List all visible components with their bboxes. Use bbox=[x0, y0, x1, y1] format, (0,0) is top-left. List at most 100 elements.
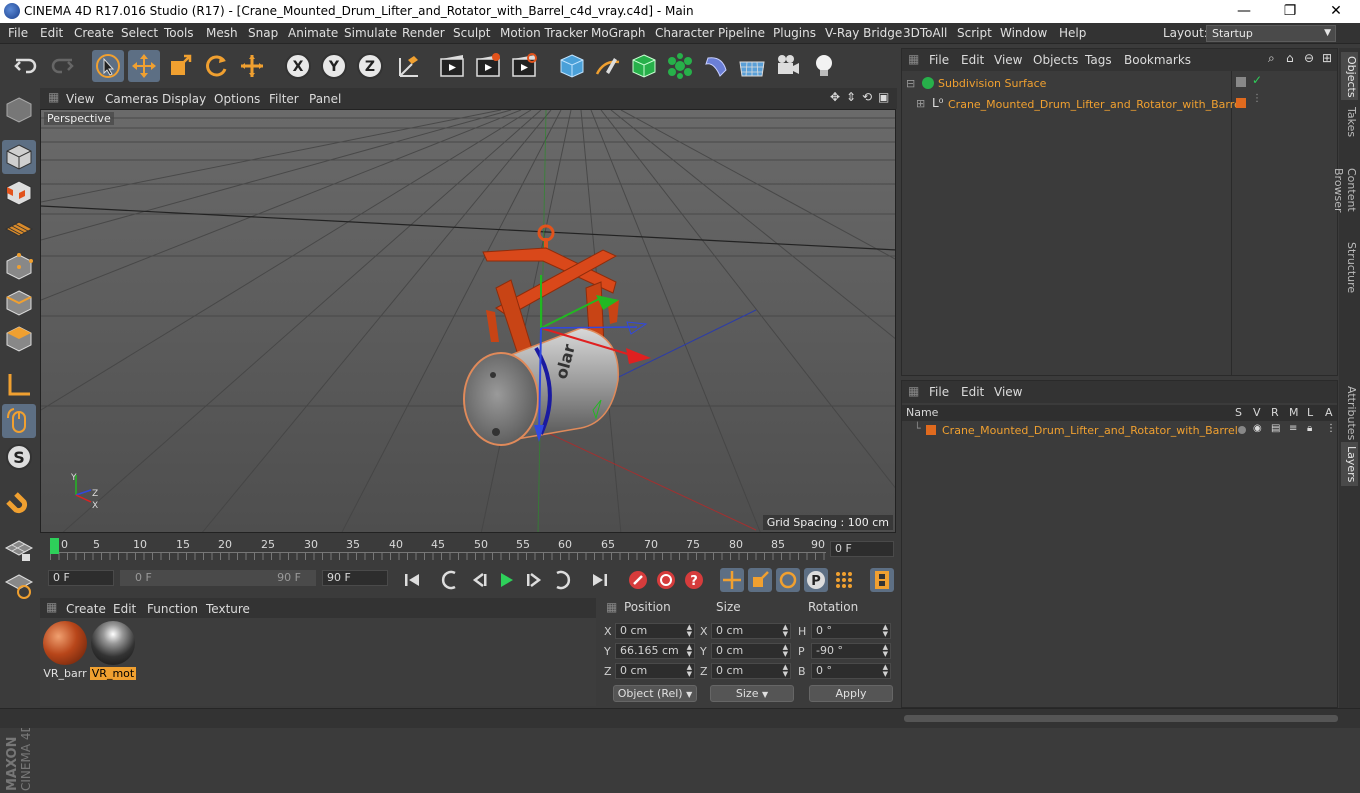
subdivision-surface-button[interactable] bbox=[628, 50, 660, 82]
key-parameter-button[interactable]: P bbox=[804, 568, 828, 592]
add-cube-button[interactable] bbox=[556, 50, 588, 82]
layer-row[interactable]: └ Crane_Mounted_Drum_Lifter_and_Rotator_… bbox=[902, 422, 1336, 442]
objects-menu-edit[interactable]: Edit bbox=[961, 53, 984, 67]
position-z-field[interactable]: 0 cm ▲ ▼ bbox=[615, 663, 695, 679]
record-keys-button[interactable] bbox=[626, 568, 650, 592]
frame-range-slider[interactable]: 0 F 90 F bbox=[120, 570, 316, 586]
tab-layers[interactable]: Layers bbox=[1341, 442, 1358, 486]
workplane-mode-button[interactable] bbox=[2, 212, 36, 246]
maximize-button[interactable]: ❐ bbox=[1267, 0, 1313, 23]
menu-pipeline[interactable]: Pipeline bbox=[718, 26, 765, 40]
tweak-mode-button[interactable] bbox=[2, 404, 36, 438]
key-pla-button[interactable] bbox=[832, 568, 856, 592]
z-axis-lock-button[interactable]: Z bbox=[354, 50, 386, 82]
tab-takes[interactable]: Takes bbox=[1341, 102, 1358, 142]
position-y-field[interactable]: 66.165 cm ▲ ▼ bbox=[615, 643, 695, 659]
start-frame-field[interactable]: 0 F bbox=[48, 570, 114, 586]
material-vr-mot[interactable]: VR_mot bbox=[90, 621, 136, 680]
previous-frame-button[interactable] bbox=[468, 568, 492, 592]
collapse-icon[interactable]: ⊟ bbox=[906, 77, 915, 90]
viewport-move-icon[interactable]: ✥ bbox=[830, 90, 840, 104]
minimize-button[interactable]: — bbox=[1221, 0, 1267, 23]
perspective-viewport[interactable]: olar Y Z X Perspective Grid Spacing : 10… bbox=[40, 109, 896, 533]
key-scale-button[interactable] bbox=[748, 568, 772, 592]
floor-button[interactable] bbox=[736, 50, 768, 82]
current-frame-field[interactable]: 0 F bbox=[830, 541, 894, 557]
keyframe-selection-button[interactable]: ? bbox=[682, 568, 706, 592]
material-vr-barr[interactable]: VR_barr bbox=[42, 621, 88, 680]
workplane-rotate-button[interactable] bbox=[2, 568, 36, 602]
menu-sculpt[interactable]: Sculpt bbox=[453, 26, 490, 40]
menu-script[interactable]: Script bbox=[957, 26, 992, 40]
viewport-maximize-icon[interactable]: ▣ bbox=[878, 90, 889, 104]
search-icon[interactable]: ⌕ bbox=[1268, 51, 1275, 66]
size-mode-dropdown[interactable]: Size ▼ bbox=[710, 685, 794, 702]
rotation-p-field[interactable]: -90 ° ▲ ▼ bbox=[811, 643, 891, 659]
col-render[interactable]: R bbox=[1271, 406, 1279, 419]
tab-attributes[interactable]: Attributes bbox=[1341, 382, 1358, 440]
layers-menu-view[interactable]: View bbox=[994, 385, 1022, 399]
menu-snap[interactable]: Snap bbox=[248, 26, 278, 40]
timeline[interactable]: 0 5 10 15 20 25 30 35 40 45 50 55 60 65 … bbox=[40, 536, 897, 562]
go-to-start-button[interactable] bbox=[400, 568, 424, 592]
make-editable-button[interactable] bbox=[2, 93, 36, 127]
model-mode-button[interactable] bbox=[2, 140, 36, 174]
y-axis-lock-button[interactable]: Y bbox=[318, 50, 350, 82]
key-rotation-button[interactable] bbox=[776, 568, 800, 592]
menu-plugins[interactable]: Plugins bbox=[773, 26, 816, 40]
col-locked[interactable]: L bbox=[1307, 406, 1313, 419]
checkmark-icon[interactable]: ✓ bbox=[1252, 73, 1262, 87]
camera-button[interactable] bbox=[772, 50, 804, 82]
render-view-button[interactable] bbox=[436, 50, 468, 82]
layers-menu-edit[interactable]: Edit bbox=[961, 385, 984, 399]
menu-tools[interactable]: Tools bbox=[164, 26, 194, 40]
autokeying-button[interactable] bbox=[654, 568, 678, 592]
viewport-zoom-icon[interactable]: ⇕ bbox=[846, 90, 856, 104]
size-z-field[interactable]: 0 cm ▲ ▼ bbox=[711, 663, 791, 679]
coordinate-system-button[interactable] bbox=[392, 50, 424, 82]
objects-menu-view[interactable]: View bbox=[994, 53, 1022, 67]
next-frame-button[interactable] bbox=[522, 568, 546, 592]
menu-render[interactable]: Render bbox=[402, 26, 445, 40]
col-animation[interactable]: A bbox=[1325, 406, 1333, 419]
viewport-menu-cameras[interactable]: Cameras bbox=[105, 92, 158, 106]
render-settings-button[interactable] bbox=[508, 50, 540, 82]
polygons-mode-button[interactable] bbox=[2, 322, 36, 356]
tab-structure[interactable]: Structure bbox=[1341, 238, 1358, 294]
col-name[interactable]: Name bbox=[906, 406, 938, 419]
deformer-button[interactable] bbox=[700, 50, 732, 82]
pen-spline-button[interactable] bbox=[592, 50, 624, 82]
lock-icon[interactable]: 🔒︎ bbox=[1307, 423, 1312, 434]
render-icon[interactable]: ▤ bbox=[1271, 423, 1280, 434]
layout-dropdown[interactable]: Startup ▼ bbox=[1206, 25, 1336, 42]
material-menu-create[interactable]: Create bbox=[66, 602, 106, 616]
snap-button[interactable]: S bbox=[2, 440, 36, 474]
menu-create[interactable]: Create bbox=[74, 26, 114, 40]
viewport-menu-filter[interactable]: Filter bbox=[269, 92, 299, 106]
render-picture-viewer-button[interactable] bbox=[472, 50, 504, 82]
play-button[interactable] bbox=[494, 568, 518, 592]
redo-button[interactable] bbox=[46, 50, 78, 82]
tab-objects[interactable]: Objects bbox=[1341, 52, 1358, 100]
workplane-lock-button[interactable] bbox=[2, 532, 36, 566]
coordinate-mode-dropdown[interactable]: Object (Rel) ▼ bbox=[613, 685, 697, 702]
menu-character[interactable]: Character bbox=[655, 26, 714, 40]
size-x-field[interactable]: 0 cm ▲ ▼ bbox=[711, 623, 791, 639]
timeline-button[interactable] bbox=[870, 568, 894, 592]
close-button[interactable]: ✕ bbox=[1313, 0, 1359, 23]
rotation-h-field[interactable]: 0 ° ▲ ▼ bbox=[811, 623, 891, 639]
material-menu-texture[interactable]: Texture bbox=[206, 602, 250, 616]
points-mode-button[interactable] bbox=[2, 250, 36, 284]
position-x-field[interactable]: 0 cm ▲ ▼ bbox=[615, 623, 695, 639]
menu-animate[interactable]: Animate bbox=[288, 26, 338, 40]
light-button[interactable] bbox=[808, 50, 840, 82]
tab-content-browser[interactable]: Content Browser bbox=[1332, 144, 1358, 236]
menu-file[interactable]: File bbox=[8, 26, 28, 40]
material-menu-function[interactable]: Function bbox=[147, 602, 198, 616]
viewport-menu-panel[interactable]: Panel bbox=[309, 92, 341, 106]
col-manager[interactable]: M bbox=[1289, 406, 1299, 419]
objects-menu-file[interactable]: File bbox=[929, 53, 949, 67]
col-view[interactable]: V bbox=[1253, 406, 1261, 419]
home-icon[interactable]: ⌂ bbox=[1286, 51, 1294, 65]
link-icon[interactable]: ⊖ bbox=[1304, 51, 1314, 65]
